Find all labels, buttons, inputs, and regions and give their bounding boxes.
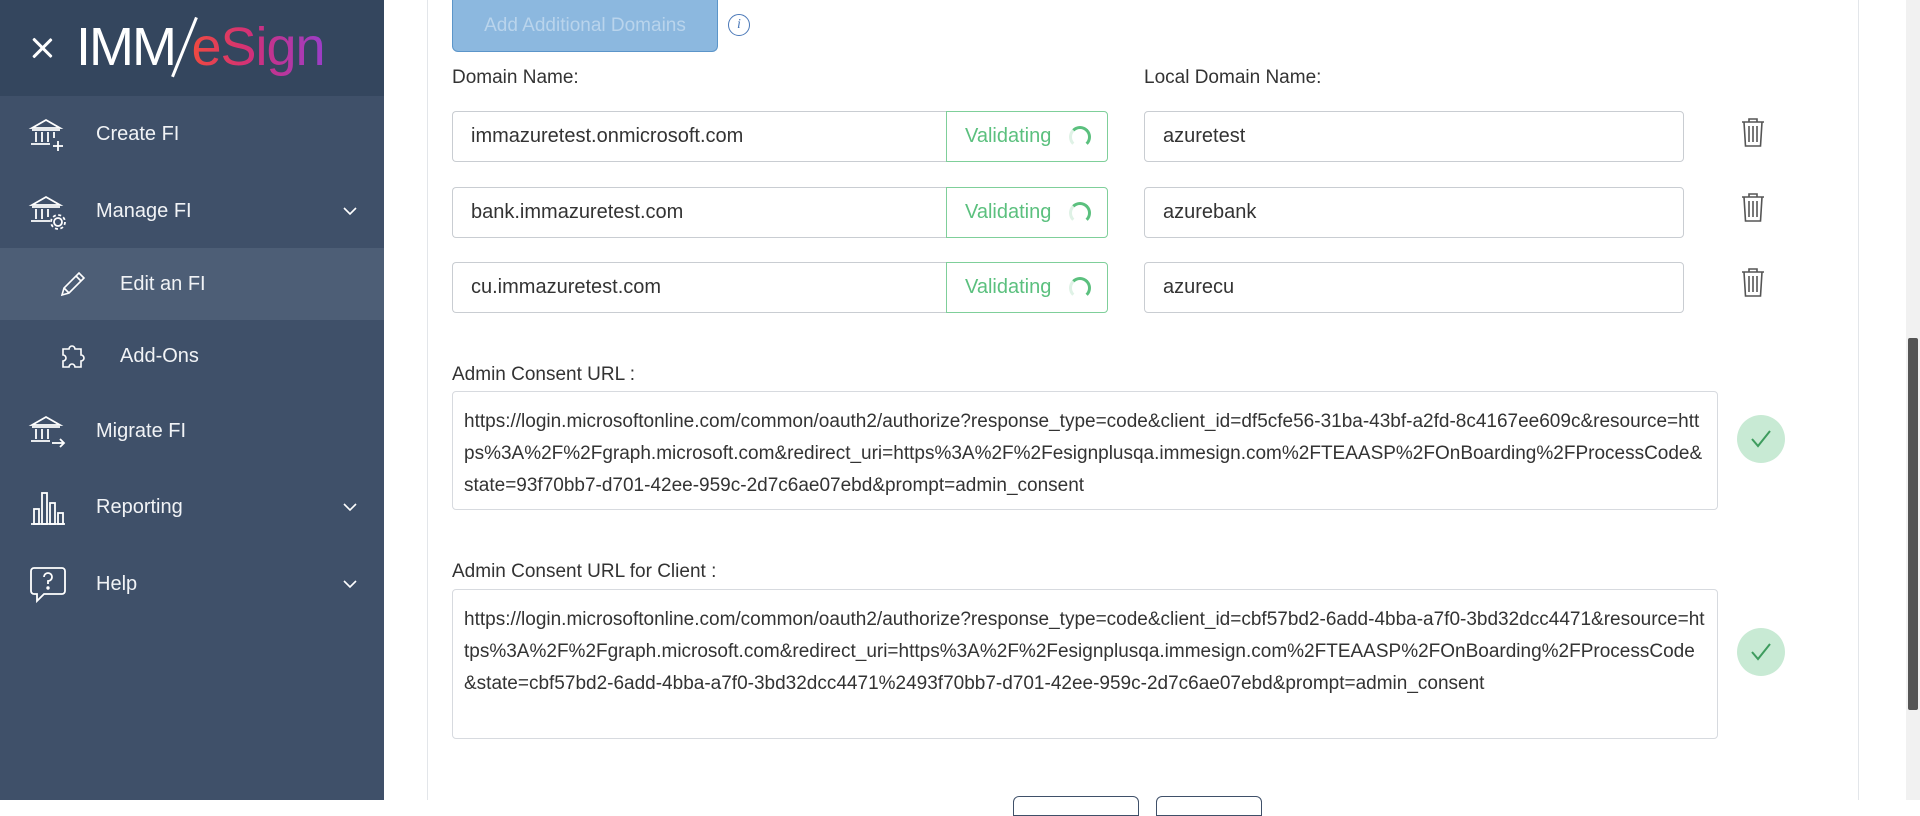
spinner-icon <box>1069 277 1091 299</box>
app-logo: IMM eSign <box>76 14 326 80</box>
chevron-down-icon <box>343 580 357 589</box>
validating-label: Validating <box>965 125 1052 147</box>
sidebar: IMM eSign Create FI Manage FI Edit an FI… <box>0 0 384 800</box>
domain-name-label: Domain Name: <box>452 67 579 88</box>
admin-consent-client-url-field[interactable]: https://login.microsoftonline.com/common… <box>452 589 1718 739</box>
close-icon[interactable] <box>28 34 56 62</box>
admin-consent-verified <box>1737 415 1785 463</box>
local-domain-name-input[interactable]: azuretest <box>1144 111 1684 162</box>
sidebar-item-label: Help <box>96 572 138 595</box>
sidebar-item-label: Manage FI <box>96 199 192 222</box>
sidebar-item-add-ons[interactable]: Add-Ons <box>0 320 384 392</box>
logo-imm-text: IMM <box>76 17 177 77</box>
sidebar-item-manage-fi[interactable]: Manage FI <box>0 174 384 248</box>
sidebar-item-create-fi[interactable]: Create FI <box>0 97 384 171</box>
check-icon <box>1751 430 1771 448</box>
domain-name-input[interactable]: immazuretest.onmicrosoft.com <box>452 111 946 162</box>
validating-label: Validating <box>965 276 1052 298</box>
validating-status: Validating <box>946 187 1108 238</box>
pencil-icon <box>60 271 86 297</box>
sidebar-item-reporting[interactable]: Reporting <box>0 470 384 544</box>
card-border-right <box>1858 0 1859 800</box>
domain-name-input[interactable]: cu.immazuretest.com <box>452 262 946 313</box>
admin-consent-url-field[interactable]: https://login.microsoftonline.com/common… <box>452 391 1718 510</box>
card-border-left <box>427 0 428 800</box>
admin-consent-client-verified <box>1737 628 1785 676</box>
bank-settings-icon <box>28 195 66 230</box>
sidebar-item-label: Migrate FI <box>96 419 187 442</box>
logo-esign-text: eSign <box>191 17 325 77</box>
puzzle-icon <box>62 345 85 368</box>
validating-status: Validating <box>946 111 1108 162</box>
sidebar-item-label: Create FI <box>96 122 180 145</box>
trash-icon[interactable] <box>1740 266 1766 298</box>
info-icon[interactable]: i <box>728 14 750 36</box>
add-additional-domains-button[interactable]: Add Additional Domains <box>452 0 718 52</box>
spinner-icon <box>1069 126 1091 148</box>
admin-consent-url-label: Admin Consent URL : <box>452 364 636 385</box>
chevron-down-icon <box>343 503 357 512</box>
sidebar-header: IMM eSign <box>0 0 384 96</box>
validating-label: Validating <box>965 201 1052 223</box>
local-domain-name-label: Local Domain Name: <box>1144 67 1322 88</box>
check-icon <box>1751 643 1771 661</box>
footer-button-secondary[interactable] <box>1156 796 1262 816</box>
help-bubble-icon <box>30 567 66 604</box>
footer-button-primary[interactable] <box>1013 796 1139 816</box>
sidebar-item-help[interactable]: Help <box>0 547 384 621</box>
trash-icon[interactable] <box>1740 116 1766 148</box>
local-domain-name-input[interactable]: azurebank <box>1144 187 1684 238</box>
domain-name-input[interactable]: bank.immazuretest.com <box>452 187 946 238</box>
bank-migrate-icon <box>28 415 66 448</box>
bar-chart-icon <box>31 492 65 525</box>
sidebar-item-label: Add-Ons <box>120 344 199 367</box>
spinner-icon <box>1069 202 1091 224</box>
local-domain-name-input[interactable]: azurecu <box>1144 262 1684 313</box>
scrollbar-thumb[interactable] <box>1908 338 1918 710</box>
validating-status: Validating <box>946 262 1108 313</box>
chevron-down-icon <box>343 207 357 216</box>
trash-icon[interactable] <box>1740 191 1766 223</box>
sidebar-item-migrate-fi[interactable]: Migrate FI <box>0 394 384 468</box>
sidebar-item-edit-fi[interactable]: Edit an FI <box>0 248 384 320</box>
sidebar-item-label: Edit an FI <box>120 272 206 295</box>
admin-consent-client-url-label: Admin Consent URL for Client : <box>452 561 717 582</box>
bank-add-icon <box>28 118 64 151</box>
sidebar-item-label: Reporting <box>96 495 183 518</box>
